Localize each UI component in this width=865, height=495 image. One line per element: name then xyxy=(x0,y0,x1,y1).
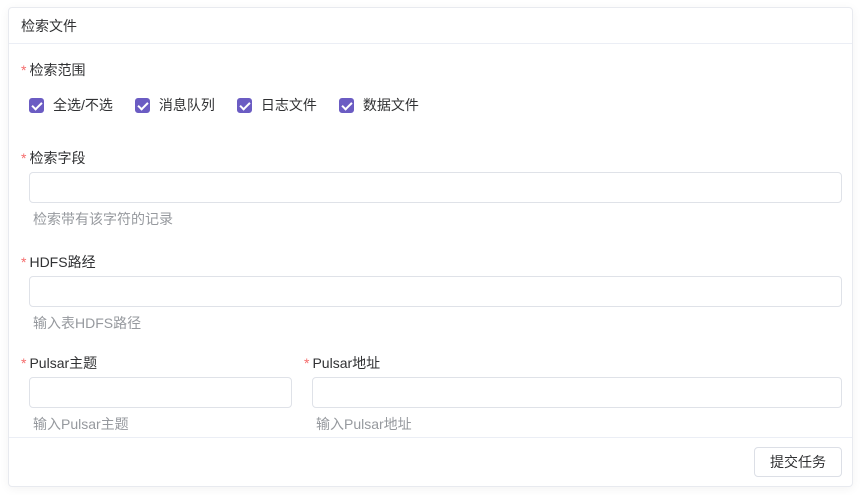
pulsar-address-input[interactable] xyxy=(312,377,842,408)
checkbox-checked-icon[interactable] xyxy=(135,98,150,113)
checkbox-checked-icon[interactable] xyxy=(339,98,354,113)
hdfs-path-label-text: HDFS路经 xyxy=(29,252,95,272)
pulsar-address-helper: 输入Pulsar地址 xyxy=(316,415,842,433)
pulsar-row: * Pulsar主题 输入Pulsar主题 * Pulsar地址 输入Pulsa… xyxy=(21,353,842,433)
search-field-label-text: 检索字段 xyxy=(29,148,85,168)
checkbox-label: 日志文件 xyxy=(261,95,317,115)
search-field-helper: 检索带有该字符的记录 xyxy=(33,210,842,228)
required-asterisk: * xyxy=(21,60,26,80)
search-field-label: * 检索字段 xyxy=(21,148,842,168)
pulsar-topic-label: * Pulsar主题 xyxy=(21,353,292,373)
required-asterisk: * xyxy=(304,353,309,373)
required-asterisk: * xyxy=(21,148,26,168)
checkbox-message-queue[interactable]: 消息队列 xyxy=(135,95,215,115)
card-title: 检索文件 xyxy=(21,18,77,34)
checkbox-label: 消息队列 xyxy=(159,95,215,115)
hdfs-path-helper: 输入表HDFS路径 xyxy=(33,314,842,332)
search-field-input[interactable] xyxy=(29,172,842,203)
required-asterisk: * xyxy=(21,252,26,272)
pulsar-topic-input[interactable] xyxy=(29,377,292,408)
checkbox-checked-icon[interactable] xyxy=(237,98,252,113)
checkbox-select-all[interactable]: 全选/不选 xyxy=(29,95,113,115)
checkbox-data-file[interactable]: 数据文件 xyxy=(339,95,419,115)
checkbox-label: 全选/不选 xyxy=(53,95,113,115)
required-asterisk: * xyxy=(21,353,26,373)
hdfs-path-input[interactable] xyxy=(29,276,842,307)
pulsar-topic-label-text: Pulsar主题 xyxy=(29,353,97,373)
search-files-card: 检索文件 * 检索范围 全选/不选 消息队列 日志文件 xyxy=(8,7,853,487)
search-scope-label: * 检索范围 xyxy=(21,60,842,80)
hdfs-path-label: * HDFS路经 xyxy=(21,252,842,272)
card-body: * 检索范围 全选/不选 消息队列 日志文件 数据文件 xyxy=(9,44,852,437)
pulsar-address-label: * Pulsar地址 xyxy=(304,353,842,373)
form-item-search-field: * 检索字段 检索带有该字符的记录 xyxy=(21,148,842,228)
submit-task-button[interactable]: 提交任务 xyxy=(754,447,842,477)
card-header: 检索文件 xyxy=(9,8,852,44)
form-item-pulsar-address: * Pulsar地址 输入Pulsar地址 xyxy=(304,353,842,433)
checkbox-label: 数据文件 xyxy=(363,95,419,115)
pulsar-topic-helper: 输入Pulsar主题 xyxy=(33,415,292,433)
pulsar-address-label-text: Pulsar地址 xyxy=(312,353,380,373)
search-scope-checkbox-group: 全选/不选 消息队列 日志文件 数据文件 xyxy=(29,95,842,115)
form-item-search-scope: * 检索范围 全选/不选 消息队列 日志文件 数据文件 xyxy=(21,60,842,115)
card-footer: 提交任务 xyxy=(9,437,852,486)
form-item-hdfs-path: * HDFS路经 输入表HDFS路径 xyxy=(21,252,842,332)
checkbox-checked-icon[interactable] xyxy=(29,98,44,113)
checkbox-log-file[interactable]: 日志文件 xyxy=(237,95,317,115)
form-item-pulsar-topic: * Pulsar主题 输入Pulsar主题 xyxy=(21,353,292,433)
search-scope-label-text: 检索范围 xyxy=(29,60,85,80)
